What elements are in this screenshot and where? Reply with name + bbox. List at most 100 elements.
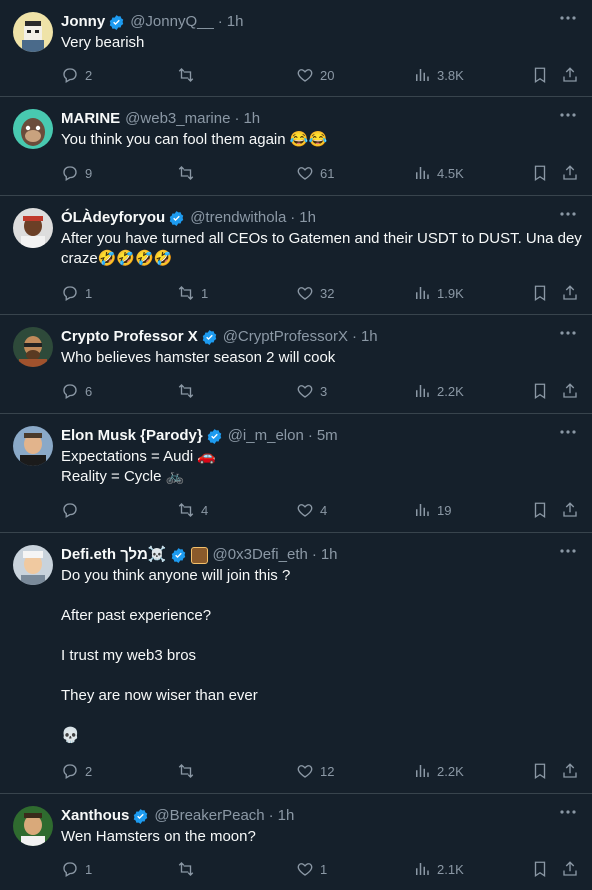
- reply-button[interactable]: 6: [61, 381, 92, 401]
- like-button[interactable]: 1: [296, 859, 327, 879]
- reply-button[interactable]: 2: [61, 65, 92, 85]
- retweet-button[interactable]: 4: [177, 500, 208, 520]
- views-button[interactable]: 1.9K: [413, 283, 464, 303]
- author-name[interactable]: Jonny: [61, 12, 105, 32]
- more-icon[interactable]: [558, 804, 578, 820]
- avatar[interactable]: [13, 109, 53, 149]
- views-button[interactable]: 2.2K: [413, 761, 464, 781]
- avatar[interactable]: [13, 545, 53, 585]
- more-icon[interactable]: [558, 10, 578, 26]
- share-button[interactable]: [561, 283, 579, 303]
- tweet[interactable]: ÓLÀdeyforyou @trendwithola · 1h After yo…: [0, 196, 592, 315]
- like-count: 32: [320, 285, 335, 301]
- share-button[interactable]: [561, 859, 579, 879]
- like-button[interactable]: 4: [296, 500, 327, 520]
- avatar[interactable]: [13, 208, 53, 248]
- more-icon[interactable]: [558, 206, 578, 222]
- bookmark-button[interactable]: [531, 65, 549, 85]
- reply-count: 1: [85, 285, 93, 301]
- tweet-text: Who believes hamster season 2 will cook: [61, 349, 336, 366]
- timestamp[interactable]: 5m: [317, 426, 338, 446]
- author-name[interactable]: ÓLÀdeyforyou: [61, 208, 165, 228]
- retweet-button[interactable]: [177, 65, 201, 85]
- retweet-button[interactable]: [177, 761, 201, 781]
- like-button[interactable]: 32: [296, 283, 334, 303]
- share-button[interactable]: [561, 65, 579, 85]
- author-handle[interactable]: @web3_marine: [125, 109, 230, 129]
- timestamp[interactable]: 1h: [227, 12, 244, 32]
- more-icon[interactable]: [558, 543, 578, 559]
- like-button[interactable]: 20: [296, 65, 334, 85]
- more-icon[interactable]: [558, 325, 578, 341]
- reply-button[interactable]: 1: [61, 283, 92, 303]
- author-name[interactable]: Elon Musk {Parody}: [61, 426, 203, 446]
- author-handle[interactable]: @0x3Defi_eth: [213, 545, 308, 565]
- views-button[interactable]: 4.5K: [413, 163, 464, 183]
- like-button[interactable]: 3: [296, 381, 327, 401]
- author-name[interactable]: Crypto Professor X: [61, 327, 198, 347]
- timestamp[interactable]: 1h: [299, 208, 316, 228]
- reply-button[interactable]: 9: [61, 163, 92, 183]
- reply-icon: [63, 384, 77, 399]
- bookmark-icon: [534, 861, 546, 878]
- views-icon: [416, 167, 429, 179]
- author-handle[interactable]: @trendwithola: [190, 208, 286, 228]
- avatar[interactable]: [13, 12, 53, 52]
- author-handle[interactable]: @CryptProfessorX: [223, 327, 348, 347]
- bookmark-button[interactable]: [531, 859, 549, 879]
- bookmark-button[interactable]: [531, 761, 549, 781]
- timestamp[interactable]: 1h: [321, 545, 338, 565]
- author-handle[interactable]: @i_m_elon: [228, 426, 304, 446]
- tweet[interactable]: Xanthous @BreakerPeach · 1h Wen Hamsters…: [0, 794, 592, 890]
- bookmark-button[interactable]: [531, 500, 549, 520]
- views-button[interactable]: 2.2K: [413, 381, 464, 401]
- share-button[interactable]: [561, 500, 579, 520]
- bookmark-button[interactable]: [531, 163, 549, 183]
- views-button[interactable]: 19: [413, 500, 451, 520]
- reply-count: 2: [85, 763, 93, 779]
- views-button[interactable]: 2.1K: [413, 859, 464, 879]
- bookmark-button[interactable]: [531, 283, 549, 303]
- views-count: 2.1K: [437, 861, 464, 877]
- author-name[interactable]: Defi.eth מלך☠️: [61, 545, 167, 565]
- like-button[interactable]: 12: [296, 761, 334, 781]
- tweet[interactable]: Elon Musk {Parody} @i_m_elon · 5m Expect…: [0, 414, 592, 533]
- timestamp[interactable]: 1h: [243, 109, 260, 129]
- avatar[interactable]: [13, 327, 53, 367]
- reply-button[interactable]: 1: [61, 859, 92, 879]
- tweet[interactable]: Defi.eth מלך☠️ @0x3Defi_eth · 1h Do you …: [0, 533, 592, 794]
- timestamp[interactable]: 1h: [278, 806, 295, 826]
- share-button[interactable]: [561, 163, 579, 183]
- retweet-button[interactable]: [177, 859, 201, 879]
- retweet-button[interactable]: [177, 163, 201, 183]
- author-handle[interactable]: @BreakerPeach: [154, 806, 264, 826]
- reply-icon: [63, 166, 77, 181]
- retweet-button[interactable]: [177, 381, 201, 401]
- share-icon: [563, 165, 577, 180]
- tweet[interactable]: MARINE @web3_marine · 1h You think you c…: [0, 97, 592, 196]
- like-button[interactable]: 61: [296, 163, 334, 183]
- like-icon: [297, 385, 313, 398]
- affiliate-badge-icon: [190, 546, 208, 564]
- tweet[interactable]: Jonny @JonnyQ__ · 1h Very bearish 2 20 3…: [0, 0, 592, 97]
- reply-button[interactable]: [61, 500, 85, 520]
- bookmark-button[interactable]: [531, 381, 549, 401]
- author-name[interactable]: Xanthous: [61, 806, 129, 826]
- views-icon: [416, 385, 429, 397]
- reply-button[interactable]: 2: [61, 761, 92, 781]
- author-name[interactable]: MARINE: [61, 109, 120, 129]
- tweet[interactable]: Crypto Professor X @CryptProfessorX · 1h…: [0, 315, 592, 414]
- avatar[interactable]: [13, 806, 53, 846]
- views-button[interactable]: 3.8K: [413, 65, 464, 85]
- views-count: 2.2K: [437, 383, 464, 399]
- retweet-button[interactable]: 1: [177, 283, 208, 303]
- retweet-icon: [178, 68, 194, 82]
- avatar[interactable]: [13, 426, 53, 466]
- more-icon[interactable]: [558, 107, 578, 123]
- more-icon[interactable]: [558, 424, 578, 440]
- like-icon: [297, 69, 313, 82]
- author-handle[interactable]: @JonnyQ__: [130, 12, 214, 32]
- share-button[interactable]: [561, 761, 579, 781]
- share-button[interactable]: [561, 381, 579, 401]
- timestamp[interactable]: 1h: [361, 327, 378, 347]
